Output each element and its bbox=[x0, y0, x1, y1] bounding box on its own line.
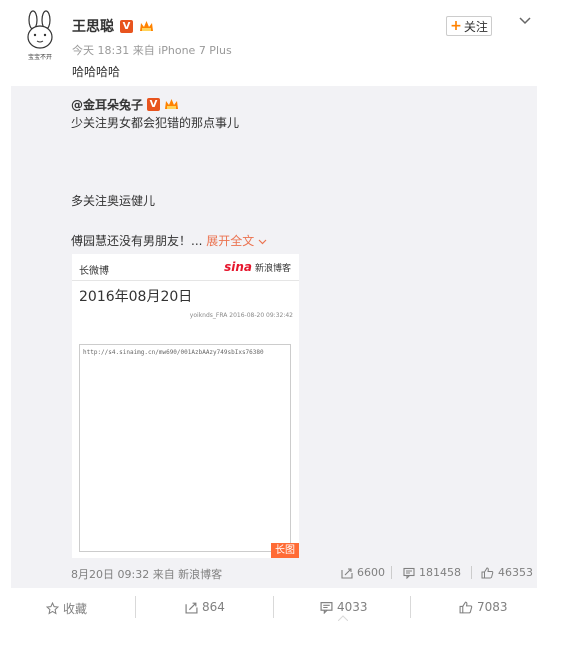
long-weibo-image[interactable]: 长微博 sina 新浪博客 2016年08月20日 yoiknds_FRA 20… bbox=[72, 254, 299, 558]
favorite-button[interactable]: 收藏 bbox=[46, 600, 87, 617]
repost-count: 6600 bbox=[357, 566, 385, 579]
post-author: 王思聪 V bbox=[72, 16, 154, 36]
long-image-tag: 长图 bbox=[271, 543, 299, 558]
avatar[interactable]: 宝宝不开 bbox=[18, 10, 62, 61]
like-action-count: 7083 bbox=[477, 600, 508, 614]
star-icon bbox=[46, 602, 59, 615]
repost-stat-likes[interactable]: 46353 bbox=[481, 566, 533, 579]
card-subtitle: yoiknds_FRA 2016-08-20 09:32:42 bbox=[189, 312, 293, 319]
like-count: 46353 bbox=[498, 566, 533, 579]
card-content-box: http://s4.sinaimg.cn/mw690/001AzbAAzy749… bbox=[79, 344, 291, 552]
vip-crown-icon bbox=[139, 20, 154, 33]
post-meta: 今天 18:31 来自 iPhone 7 Plus bbox=[72, 44, 232, 57]
divider bbox=[135, 596, 136, 618]
repost-block: @金耳朵兔子 V 少关注男女都会犯错的那点事儿 多关注奥运健儿 傅园慧还没有男朋… bbox=[11, 86, 537, 588]
card-title: 长微博 bbox=[79, 266, 109, 277]
chevron-down-icon bbox=[258, 239, 267, 244]
repost-stat-comments[interactable]: 181458 bbox=[403, 566, 461, 579]
comment-count: 181458 bbox=[419, 566, 461, 579]
vip-crown-icon bbox=[164, 98, 179, 111]
post-text: 哈哈哈哈 bbox=[72, 65, 121, 79]
divider bbox=[273, 596, 274, 618]
divider bbox=[471, 566, 472, 579]
repost-text-line-2: 多关注奥运健儿 bbox=[71, 194, 156, 208]
repost-text-line-3: 傅园慧还没有男朋友！... 展开全文 bbox=[71, 232, 267, 249]
card-header: 长微博 sina 新浪博客 bbox=[72, 254, 299, 281]
favorite-label: 收藏 bbox=[63, 602, 88, 616]
comment-button[interactable]: 4033 bbox=[320, 600, 368, 614]
divider bbox=[410, 596, 411, 618]
sina-blog-label: 新浪博客 bbox=[254, 263, 291, 274]
sina-logo-icon: sina bbox=[224, 260, 252, 274]
card-date: 2016年08月20日 bbox=[79, 289, 193, 305]
repost-text-line-1: 少关注男女都会犯错的那点事儿 bbox=[71, 116, 240, 130]
plus-icon: + bbox=[450, 18, 462, 34]
thumbs-up-icon bbox=[459, 601, 473, 613]
thumbs-up-icon bbox=[481, 566, 494, 578]
sina-blog-logo: sina 新浪博客 bbox=[224, 260, 291, 274]
expand-full-text-link[interactable]: 展开全文 bbox=[206, 234, 267, 248]
weibo-post: 宝宝不开 王思聪 V 今天 18:31 来自 iPhone 7 Plus 哈哈哈… bbox=[0, 0, 572, 652]
follow-button[interactable]: + 关注 bbox=[446, 16, 492, 36]
rabbit-avatar-icon bbox=[27, 10, 53, 49]
repost-text-line-3-content: 傅园慧还没有男朋友！... bbox=[71, 234, 203, 248]
repost-author: @金耳朵兔子 V bbox=[71, 96, 179, 113]
repost-username-link[interactable]: @金耳朵兔子 bbox=[71, 96, 143, 113]
repost-stat-reposts[interactable]: 6600 bbox=[341, 566, 385, 579]
repost-icon bbox=[185, 602, 198, 614]
divider bbox=[391, 566, 392, 579]
follow-label: 关注 bbox=[463, 19, 488, 34]
caret-up-icon bbox=[338, 615, 348, 621]
repost-icon bbox=[341, 567, 353, 579]
repost-footer-time[interactable]: 8月20日 09:32 来自 新浪博客 bbox=[71, 566, 222, 582]
comment-icon bbox=[320, 601, 333, 614]
chevron-down-icon[interactable] bbox=[518, 14, 532, 28]
card-url: http://s4.sinaimg.cn/mw690/001AzbAAzy749… bbox=[83, 349, 264, 356]
avatar-caption: 宝宝不开 bbox=[27, 54, 52, 61]
username-link[interactable]: 王思聪 bbox=[72, 16, 114, 36]
verified-v-icon: V bbox=[147, 98, 161, 111]
expand-label: 展开全文 bbox=[206, 234, 255, 248]
comment-action-count: 4033 bbox=[337, 600, 368, 614]
comment-icon bbox=[403, 567, 415, 579]
repost-button[interactable]: 864 bbox=[185, 600, 225, 614]
repost-action-count: 864 bbox=[202, 600, 225, 614]
like-button[interactable]: 7083 bbox=[459, 600, 508, 614]
verified-v-icon: V bbox=[120, 19, 133, 33]
